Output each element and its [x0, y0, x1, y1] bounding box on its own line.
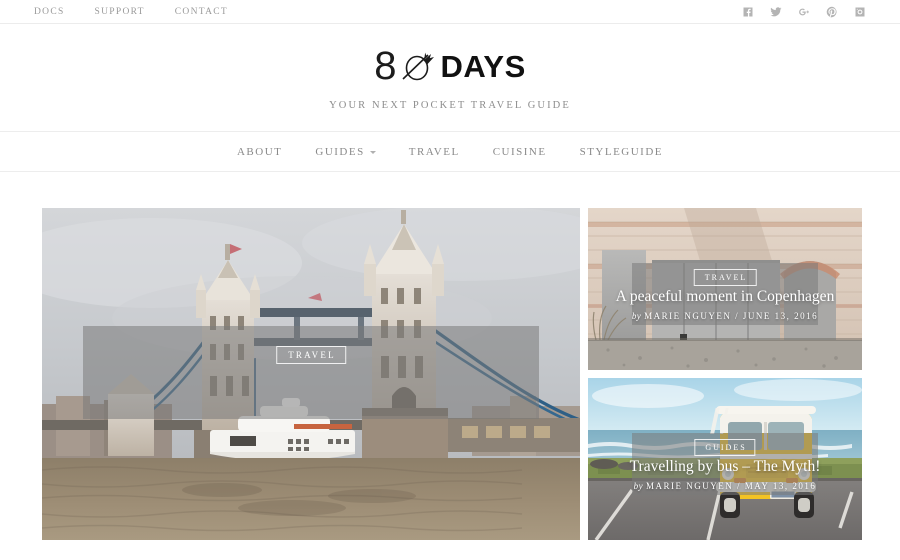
nav-item-about[interactable]: ABOUT [237, 146, 282, 158]
site-tagline: YOUR NEXT POCKET TRAVEL GUIDE [329, 100, 571, 111]
top-link-docs[interactable]: Docs [34, 7, 65, 17]
secondary-post-card-copenhagen[interactable]: TRAVEL A peaceful moment in Copenhagen b… [588, 208, 862, 370]
copenhagen-category-badge[interactable]: TRAVEL [693, 269, 757, 286]
nav-label-about: ABOUT [236, 145, 283, 158]
main-navigation: ABOUT GUIDES TRAVEL CUISINE STYLEGUIDE [0, 131, 900, 172]
bus-author[interactable]: MARIE NGUYEN [646, 481, 733, 491]
bus-meta-separator: / [736, 481, 741, 491]
copenhagen-by-label: by [631, 311, 642, 321]
bus-by-label: by [633, 481, 643, 491]
bus-post-title[interactable]: Travelling by bus – The Myth! [588, 458, 862, 475]
site-logo[interactable]: 8 DAYS [0, 46, 900, 86]
social-links [741, 5, 880, 18]
copenhagen-author[interactable]: MARIE NGUYEN [644, 311, 731, 321]
site-branding: 8 DAYS YOUR NEXT POCKET TRAVEL GUIDE [0, 24, 900, 131]
chevron-down-icon [369, 151, 376, 154]
nav-label-travel: TRAVEL [408, 145, 460, 158]
top-links: Docs Support Contact [34, 7, 228, 17]
featured-column: TRAVEL The complete guide for travelers … [42, 208, 580, 540]
pinterest-icon[interactable] [825, 5, 838, 18]
copenhagen-date: JUNE 13, 2016 [742, 311, 819, 321]
globe-airplane-icon [402, 52, 435, 81]
logo-number: 8 [374, 44, 396, 88]
copenhagen-meta-separator: / [735, 311, 740, 321]
nav-label-guides: GUIDES [315, 145, 365, 158]
instagram-icon[interactable] [853, 5, 866, 18]
nav-label-cuisine: CUISINE [492, 145, 547, 158]
bus-date: MAY 13, 2016 [744, 481, 817, 491]
top-link-support[interactable]: Support [95, 7, 145, 17]
nav-item-styleguide[interactable]: STYLEGUIDE [580, 146, 663, 158]
featured-category-badge[interactable]: TRAVEL [276, 346, 346, 364]
facebook-icon[interactable] [741, 5, 754, 18]
top-link-contact[interactable]: Contact [175, 7, 228, 17]
top-utility-bar: Docs Support Contact [0, 0, 900, 24]
secondary-post-card-bus[interactable]: GUIDES Travelling by bus – The Myth! by M… [588, 378, 862, 540]
featured-overlay-panel [83, 326, 539, 419]
copenhagen-post-meta: by MARIE NGUYEN / JUNE 13, 2016 [588, 311, 862, 321]
bus-post-meta: by MARIE NGUYEN / MAY 13, 2016 [588, 481, 862, 491]
twitter-icon[interactable] [769, 5, 782, 18]
logo-word: DAYS [440, 48, 526, 84]
nav-label-styleguide: STYLEGUIDE [579, 145, 664, 158]
secondary-column: TRAVEL A peaceful moment in Copenhagen b… [588, 208, 862, 540]
nav-item-guides[interactable]: GUIDES [315, 145, 376, 158]
featured-posts-grid: TRAVEL The complete guide for travelers … [0, 172, 900, 540]
google-plus-icon[interactable] [797, 5, 810, 18]
copenhagen-post-title[interactable]: A peaceful moment in Copenhagen [588, 288, 862, 305]
nav-item-travel[interactable]: TRAVEL [409, 146, 460, 158]
bus-category-badge[interactable]: GUIDES [694, 439, 756, 456]
nav-item-cuisine[interactable]: CUISINE [493, 146, 547, 158]
featured-post-card[interactable]: TRAVEL The complete guide for travelers … [42, 208, 580, 540]
